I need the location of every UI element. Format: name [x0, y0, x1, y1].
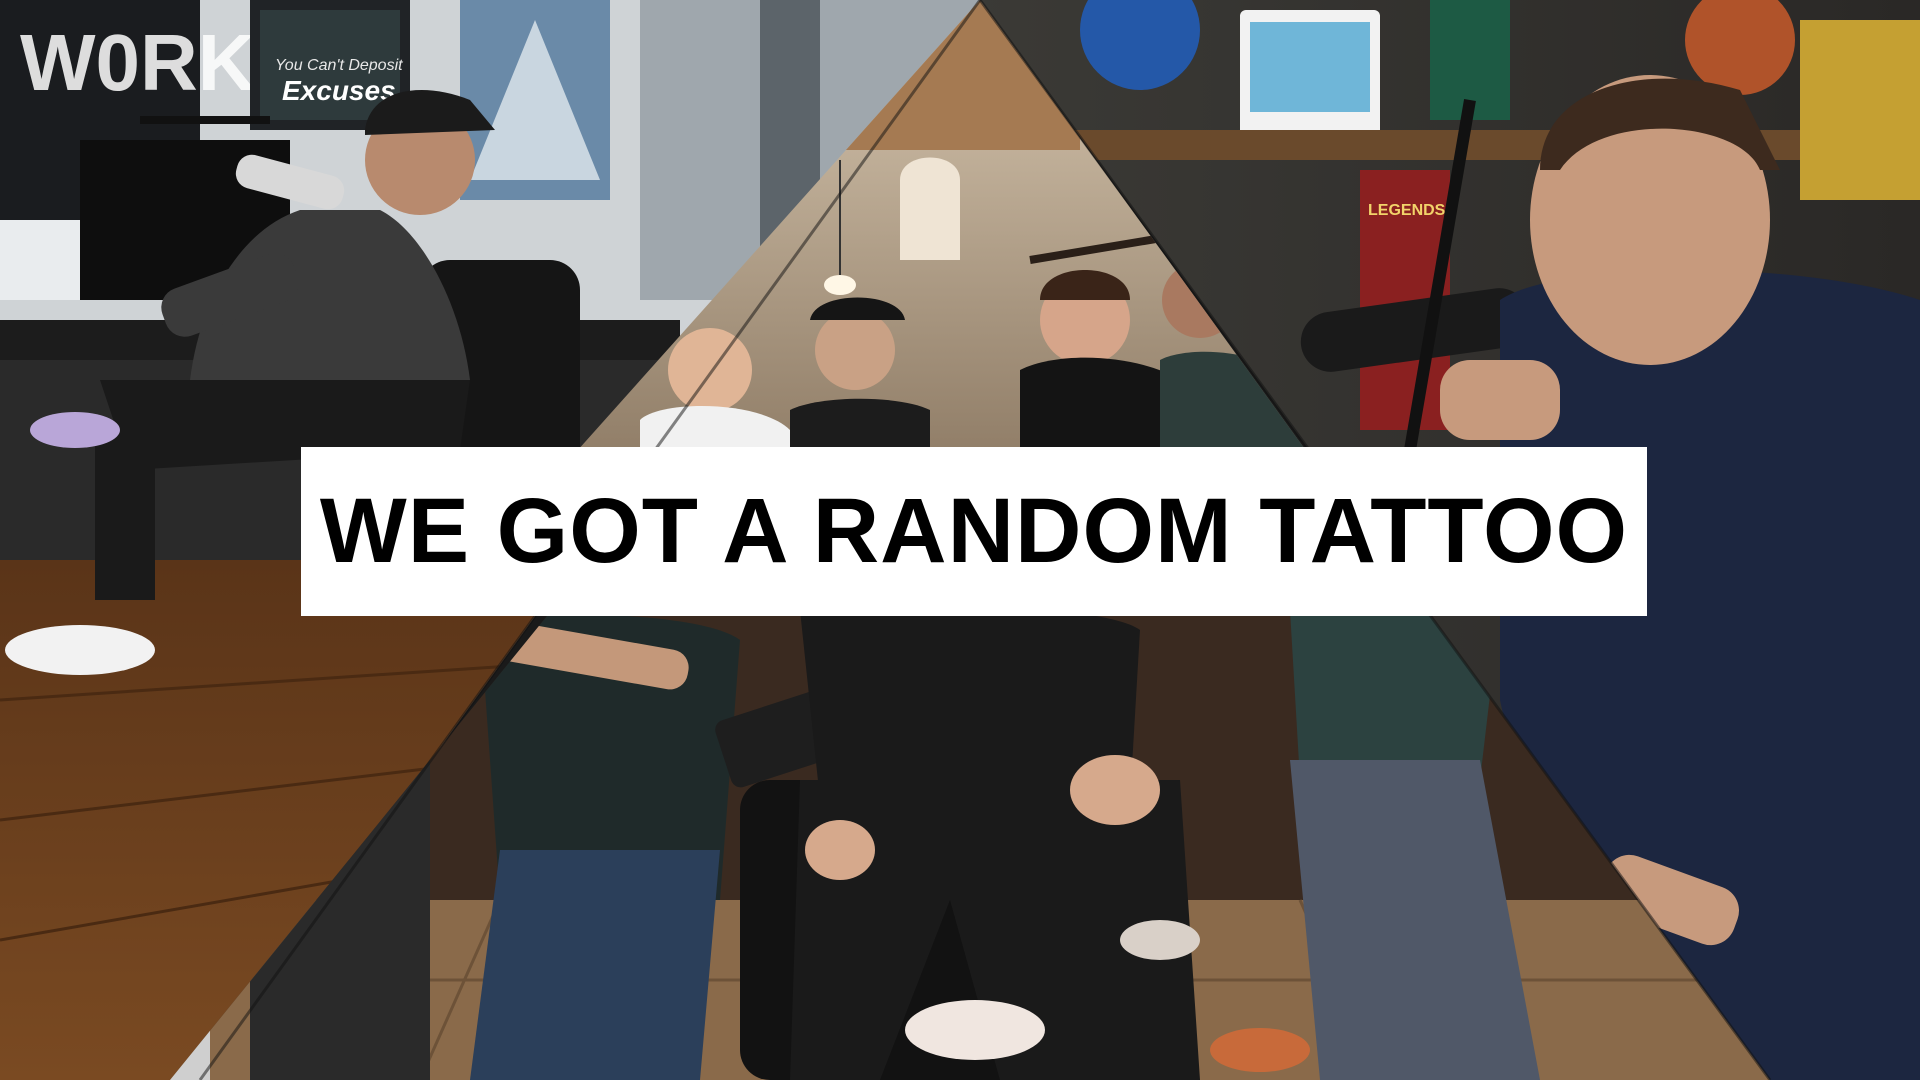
video-title: WE GOT A RANDOM TATTOO — [319, 480, 1629, 582]
thumbnail-canvas: W0RK You Can't Deposit Excuses LEGENDS W… — [0, 0, 1920, 1080]
box-text: LEGENDS — [1368, 202, 1446, 219]
wall-poster-text: W0RK — [20, 18, 256, 107]
title-banner: WE GOT A RANDOM TATTOO — [301, 447, 1647, 616]
monitor-line2: Excuses — [282, 75, 396, 106]
monitor-line1: You Can't Deposit — [275, 57, 403, 74]
